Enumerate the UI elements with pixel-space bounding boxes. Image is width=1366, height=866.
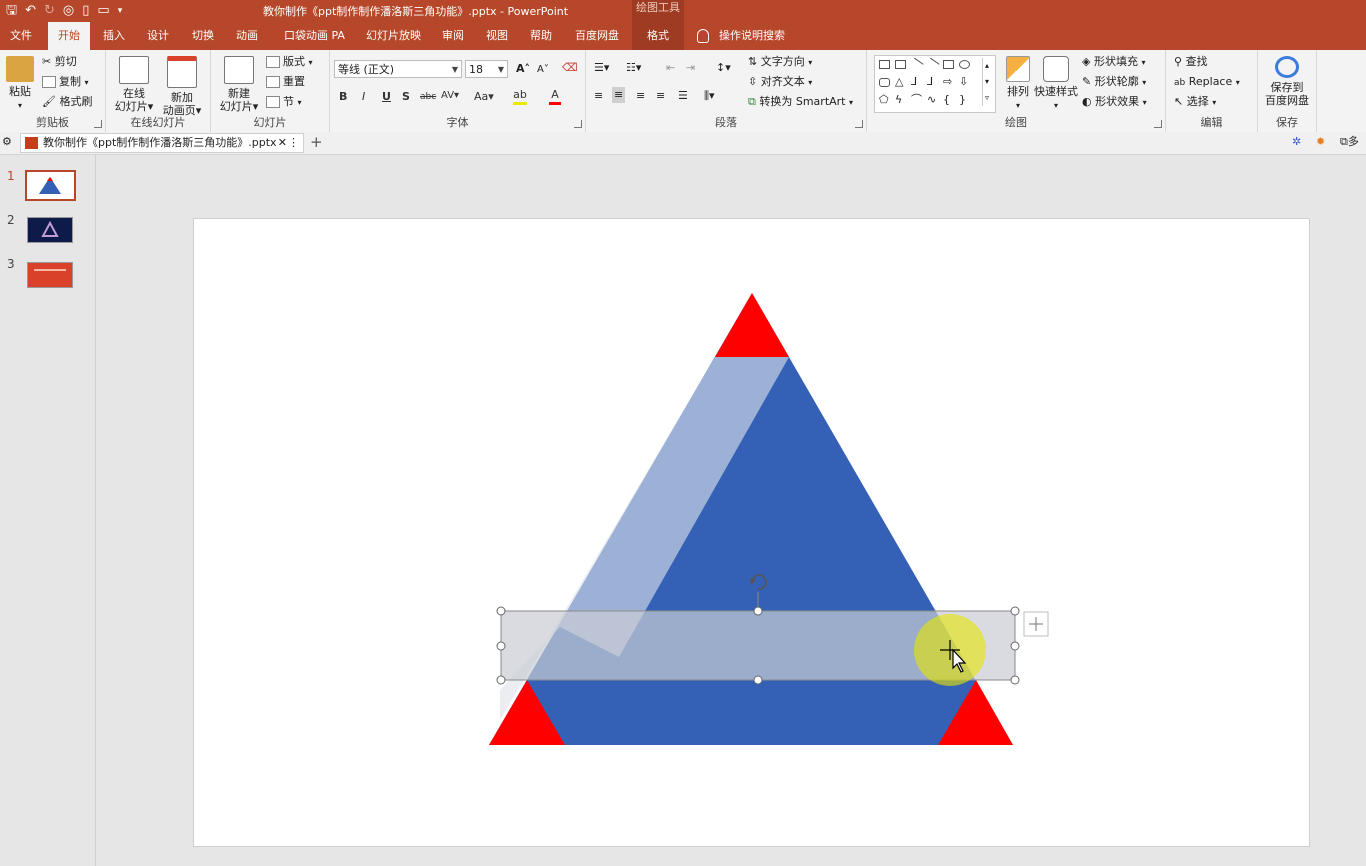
red-triangle-top[interactable] [715, 293, 789, 357]
resize-handle-top[interactable] [753, 606, 763, 616]
resize-handle-right[interactable] [1010, 641, 1020, 651]
resize-handle-left[interactable] [496, 641, 506, 651]
resize-handle-top-left[interactable] [496, 606, 506, 616]
resize-handle-bottom-right[interactable] [1010, 675, 1020, 685]
resize-handle-bottom-left[interactable] [496, 675, 506, 685]
slide-shapes-layer [489, 293, 1049, 745]
resize-handle-top-right[interactable] [1010, 606, 1020, 616]
layout-options-icon[interactable] [1023, 611, 1049, 637]
resize-handle-bottom[interactable] [753, 675, 763, 685]
